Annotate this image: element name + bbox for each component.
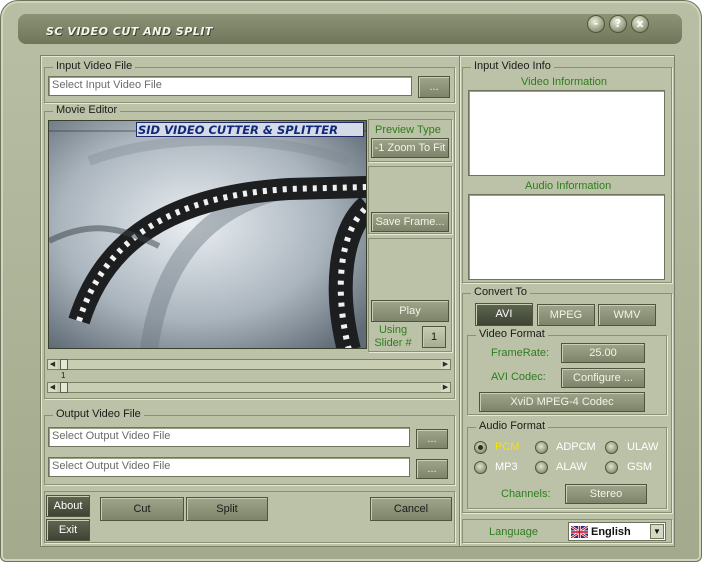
avi-codec-label: AVI Codec: (491, 371, 546, 383)
video-information-box (468, 90, 665, 176)
radio-adpcm-label[interactable]: ADPCM (556, 441, 596, 453)
output-video-field-2[interactable]: Select Output Video File (48, 457, 410, 477)
exit-button[interactable]: Exit (46, 519, 90, 541)
radio-ulaw[interactable] (605, 441, 618, 454)
radio-alaw-label[interactable]: ALAW (556, 461, 587, 473)
format-mpeg-button[interactable]: MPEG (537, 304, 595, 326)
help-button[interactable]: ? (609, 15, 627, 33)
browse-output-button-2[interactable]: ... (416, 459, 448, 479)
format-wmv-button[interactable]: WMV (598, 304, 656, 326)
using-slider-label: Using Slider # (374, 324, 412, 349)
close-button[interactable]: x (631, 15, 649, 33)
slider-position-marker: 1 (61, 371, 66, 380)
audio-format-label: Audio Format (476, 420, 549, 432)
end-slider-thumb[interactable] (60, 382, 68, 393)
input-video-info-label: Input Video Info (471, 60, 554, 72)
cancel-button[interactable]: Cancel (370, 497, 452, 521)
save-frame-button[interactable]: Save Frame... (371, 212, 449, 232)
start-slider[interactable]: ◀ ▶ (47, 359, 451, 370)
movie-editor-group-label: Movie Editor (53, 104, 121, 116)
format-avi-button[interactable]: AVI (475, 303, 533, 326)
slider2-right-arrow-icon[interactable]: ▶ (441, 383, 450, 392)
preview-type-label: Preview Type (375, 124, 441, 136)
window-title: SC VIDEO CUT AND SPLIT (46, 25, 213, 38)
video-preview[interactable] (48, 120, 367, 349)
radio-adpcm[interactable] (535, 441, 548, 454)
chevron-down-icon[interactable]: ▼ (650, 524, 664, 539)
radio-gsm-label[interactable]: GSM (627, 461, 652, 473)
radio-ulaw-label[interactable]: ULAW (627, 441, 658, 453)
slider-right-arrow-icon[interactable]: ▶ (441, 360, 450, 369)
minimize-button[interactable]: - (587, 15, 605, 33)
output-video-group-label: Output Video File (53, 408, 144, 420)
channels-select[interactable]: Stereo (565, 484, 647, 504)
channels-label: Channels: (501, 488, 551, 500)
language-select[interactable]: English ▼ (568, 522, 666, 541)
film-reel-image (49, 121, 366, 348)
radio-alaw[interactable] (535, 461, 548, 474)
language-value: English (591, 526, 631, 538)
uk-flag-icon (571, 526, 588, 538)
configure-button[interactable]: Configure ... (561, 368, 645, 388)
zoom-select[interactable]: -1 Zoom To Fit (371, 138, 449, 158)
browse-input-button[interactable]: ... (418, 76, 450, 98)
radio-mp3[interactable] (474, 461, 487, 474)
radio-gsm[interactable] (605, 461, 618, 474)
play-button[interactable]: Play (371, 300, 449, 322)
framerate-label: FrameRate: (491, 347, 550, 359)
split-button[interactable]: Split (186, 497, 268, 521)
codec-select[interactable]: XviD MPEG-4 Codec (479, 392, 645, 412)
radio-pcm-label[interactable]: PCM (495, 441, 519, 453)
input-video-field[interactable]: Select Input Video File (48, 76, 412, 96)
browse-output-button-1[interactable]: ... (416, 429, 448, 449)
framerate-field[interactable]: 25.00 (561, 343, 645, 363)
end-slider[interactable]: ◀ ▶ (47, 382, 451, 393)
audio-information-box (468, 194, 665, 280)
start-slider-thumb[interactable] (60, 359, 68, 370)
slider-number-field[interactable]: 1 (422, 326, 446, 348)
cut-button[interactable]: Cut (100, 497, 184, 521)
slider2-left-arrow-icon[interactable]: ◀ (48, 383, 57, 392)
radio-mp3-label[interactable]: MP3 (495, 461, 518, 473)
slider-left-arrow-icon[interactable]: ◀ (48, 360, 57, 369)
radio-pcm[interactable] (474, 441, 487, 454)
banner-text: SID VIDEO CUTTER & SPLITTER (138, 123, 338, 137)
about-button[interactable]: About (46, 495, 90, 517)
video-format-label: Video Format (476, 328, 548, 340)
video-information-label: Video Information (521, 76, 608, 88)
input-video-group-label: Input Video File (53, 60, 136, 72)
convert-to-label: Convert To (471, 286, 530, 298)
audio-information-label: Audio Information (525, 180, 612, 192)
language-label: Language (489, 526, 538, 538)
output-video-field-1[interactable]: Select Output Video File (48, 427, 410, 447)
